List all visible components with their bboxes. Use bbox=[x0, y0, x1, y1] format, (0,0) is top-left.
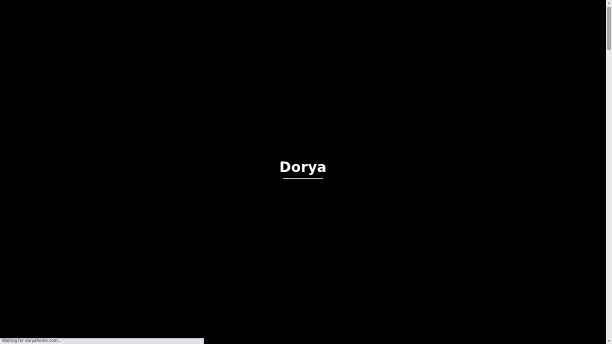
loading-splash: Dorya bbox=[279, 160, 327, 182]
scroll-up-arrow-icon[interactable] bbox=[606, 0, 612, 6]
vertical-scrollbar[interactable] bbox=[606, 0, 612, 344]
browser-status-bar: Waiting for doryahome.com... bbox=[0, 338, 204, 344]
loading-progress-fill bbox=[283, 178, 323, 179]
loading-progress-bar bbox=[283, 178, 323, 179]
scroll-down-arrow-icon[interactable] bbox=[606, 338, 612, 344]
scrollbar-thumb[interactable] bbox=[607, 7, 611, 50]
dorya-logo: Dorya bbox=[279, 160, 327, 176]
status-text: Waiting for doryahome.com... bbox=[2, 338, 62, 343]
page-viewport: Dorya bbox=[0, 0, 606, 344]
